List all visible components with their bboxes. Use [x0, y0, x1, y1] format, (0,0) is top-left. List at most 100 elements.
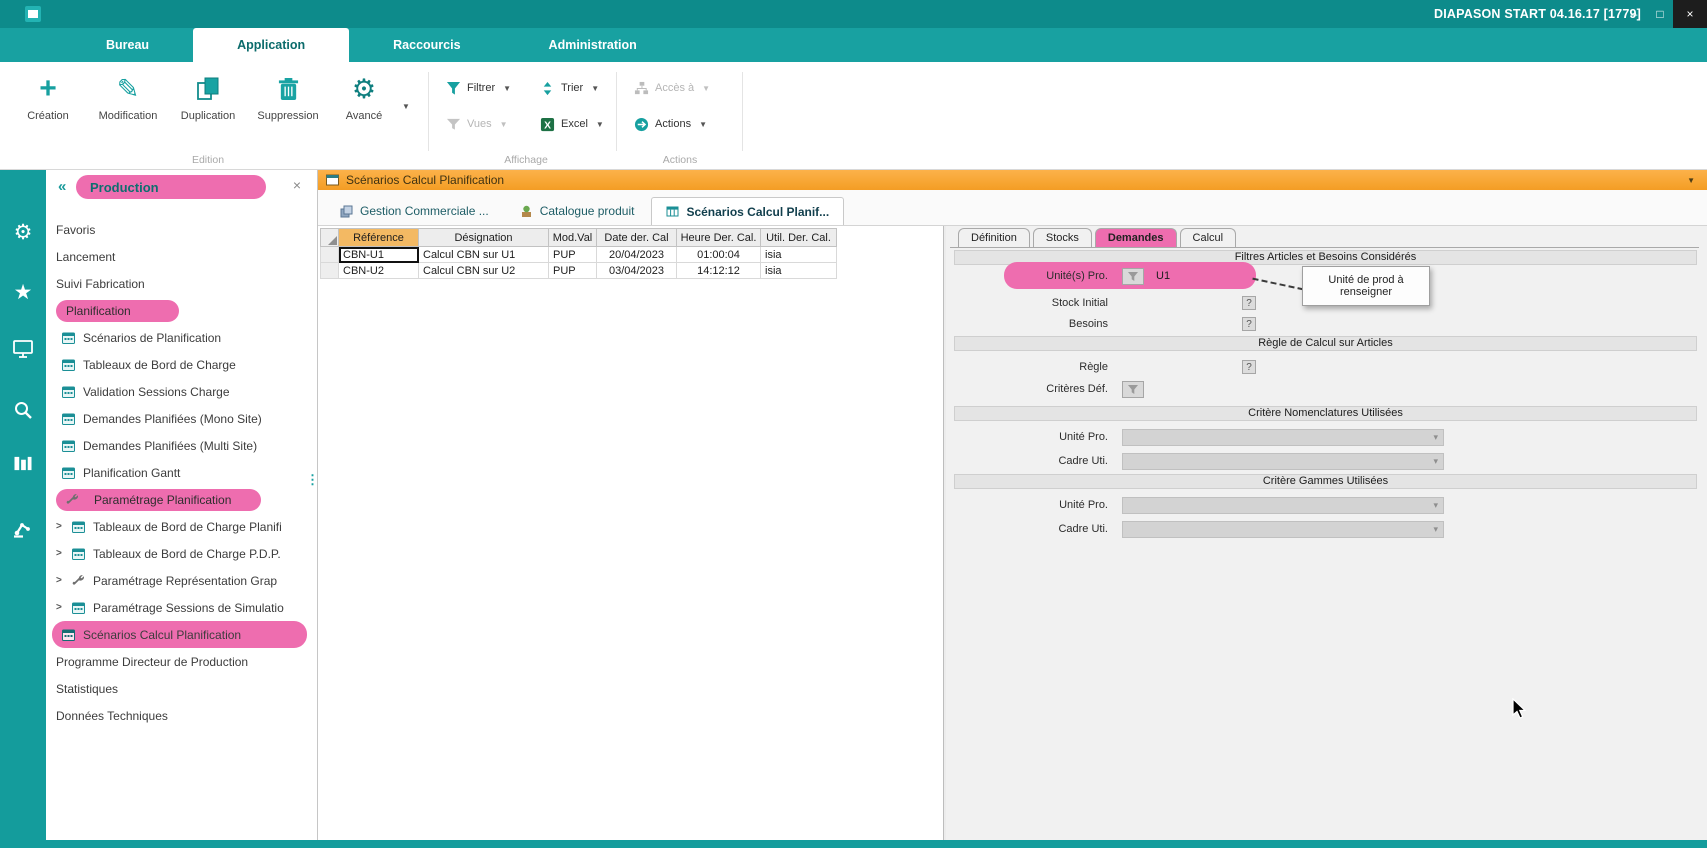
vues-dropdown-caret[interactable]: ▼ — [500, 120, 508, 129]
nomenclature-unite-dropdown[interactable]: ▾ — [1122, 429, 1444, 446]
form-tab-calcul[interactable]: Calcul — [1180, 228, 1237, 247]
unite-pro-filter-button[interactable] — [1122, 268, 1144, 285]
cell-modval[interactable]: PUP — [549, 263, 597, 279]
cell-reference[interactable]: CBN-U1 — [339, 247, 419, 263]
calendar-icon — [72, 547, 93, 560]
regle-helper-button[interactable]: ? — [1242, 360, 1256, 374]
menu-tab-bureau[interactable]: Bureau — [62, 28, 193, 62]
sidebar-item-favoris[interactable]: Favoris — [46, 216, 317, 243]
cell-util[interactable]: isia — [761, 247, 837, 263]
expand-chevron-icon[interactable]: > — [56, 548, 72, 559]
sidebar-item-tableaux-bord-charge[interactable]: Tableaux de Bord de Charge — [46, 351, 317, 378]
row-gutter[interactable] — [321, 247, 339, 263]
column-header-heure[interactable]: Heure Der. Cal. — [677, 229, 761, 247]
sidebar-item-lancement[interactable]: Lancement — [46, 243, 317, 270]
cell-date[interactable]: 20/04/2023 — [597, 247, 677, 263]
close-button[interactable]: × — [1673, 0, 1707, 28]
filtrer-dropdown-caret[interactable]: ▼ — [503, 84, 511, 93]
acces-dropdown-caret[interactable]: ▼ — [702, 84, 710, 93]
form-tab-definition[interactable]: Définition — [958, 228, 1030, 247]
form-tab-stocks[interactable]: Stocks — [1033, 228, 1092, 247]
menu-tab-application[interactable]: Application — [193, 28, 349, 62]
column-header-modval[interactable]: Mod.Val — [549, 229, 597, 247]
cell-heure[interactable]: 01:00:04 — [677, 247, 761, 263]
sidebar-item-demandes-planifiees-multi[interactable]: Demandes Planifiées (Multi Site) — [46, 432, 317, 459]
besoins-helper-button[interactable]: ? — [1242, 317, 1256, 331]
duplication-button[interactable]: Duplication — [168, 70, 248, 122]
sidebar-item-demandes-planifiees-mono[interactable]: Demandes Planifiées (Mono Site) — [46, 405, 317, 432]
minimize-button[interactable]: – — [1621, 0, 1647, 28]
expand-chevron-icon[interactable]: > — [56, 521, 72, 532]
table-row[interactable]: CBN-U1 Calcul CBN sur U1 PUP 20/04/2023 … — [321, 247, 837, 263]
actions-button[interactable]: Actions ▼ — [634, 114, 707, 134]
favorites-star-icon[interactable]: ★ — [0, 282, 46, 304]
sidebar-item-programme-directeur[interactable]: Programme Directeur de Production — [46, 648, 317, 675]
sidebar-item-suivi-fabrication[interactable]: Suivi Fabrication — [46, 270, 317, 297]
column-header-util[interactable]: Util. Der. Cal. — [761, 229, 837, 247]
trier-button[interactable]: Trier ▼ — [540, 78, 599, 98]
column-header-designation[interactable]: Désignation — [419, 229, 549, 247]
table-header-row: Référence Désignation Mod.Val Date der. … — [321, 229, 837, 247]
gammes-unite-dropdown[interactable]: ▾ — [1122, 497, 1444, 514]
actions-dropdown-caret[interactable]: ▼ — [699, 120, 707, 129]
stock-initial-helper-button[interactable]: ? — [1242, 296, 1256, 310]
cell-util[interactable]: isia — [761, 263, 837, 279]
acces-a-button[interactable]: Accès à ▼ — [634, 78, 710, 98]
filtrer-button[interactable]: Filtrer ▼ — [446, 78, 511, 98]
doc-tab-gestion-commerciale[interactable]: Gestion Commerciale ... — [326, 197, 503, 225]
cell-designation[interactable]: Calcul CBN sur U1 — [419, 247, 549, 263]
maximize-button[interactable]: □ — [1647, 0, 1673, 28]
table-row[interactable]: CBN-U2 Calcul CBN sur U2 PUP 03/04/2023 … — [321, 263, 837, 279]
column-header-reference[interactable]: Référence — [339, 229, 419, 247]
sidebar-item-scenarios-calcul-planification[interactable]: Scénarios Calcul Planification — [52, 621, 307, 648]
sidebar-item-planification[interactable]: Planification — [46, 297, 317, 324]
sidebar-collapse-button[interactable]: « — [58, 178, 66, 195]
modification-button[interactable]: ✎ Modification — [88, 70, 168, 122]
robot-arm-icon[interactable] — [0, 518, 46, 538]
sidebar-item-scenarios-de-planification[interactable]: Scénarios de Planification — [46, 324, 317, 351]
sidebar-item-donnees-techniques[interactable]: Données Techniques — [46, 702, 317, 729]
sidebar-item-parametrage-sessions[interactable]: > Paramétrage Sessions de Simulatio — [46, 594, 317, 621]
sidebar-item-planification-gantt[interactable]: Planification Gantt — [46, 459, 317, 486]
suppression-button[interactable]: Suppression — [248, 70, 328, 122]
modules-gear-icon[interactable]: ⚙ — [0, 222, 46, 244]
cell-heure[interactable]: 14:12:12 — [677, 263, 761, 279]
cell-designation[interactable]: Calcul CBN sur U2 — [419, 263, 549, 279]
sidebar-item-tableaux-charge-pdp[interactable]: > Tableaux de Bord de Charge P.D.P. — [46, 540, 317, 567]
cell-modval[interactable]: PUP — [549, 247, 597, 263]
expand-chevron-icon[interactable]: > — [56, 602, 72, 613]
row-gutter[interactable] — [321, 263, 339, 279]
cell-reference[interactable]: CBN-U2 — [339, 263, 419, 279]
sidebar-close-button[interactable]: × — [293, 177, 301, 193]
banner-dropdown-caret[interactable]: ▼ — [1687, 176, 1695, 185]
column-header-date[interactable]: Date der. Cal — [597, 229, 677, 247]
creation-button[interactable]: + Création — [8, 70, 88, 122]
sidebar-item-parametrage-representation[interactable]: > Paramétrage Représentation Grap — [46, 567, 317, 594]
doc-tab-catalogue-produit[interactable]: Catalogue produit — [506, 197, 649, 225]
sidebar-item-statistiques[interactable]: Statistiques — [46, 675, 317, 702]
cell-date[interactable]: 03/04/2023 — [597, 263, 677, 279]
expand-chevron-icon[interactable]: > — [56, 575, 72, 586]
doc-tab-scenarios-calcul[interactable]: Scénarios Calcul Planif... — [651, 197, 844, 225]
gammes-cadre-dropdown[interactable]: ▾ — [1122, 521, 1444, 538]
nomenclature-cadre-dropdown[interactable]: ▾ — [1122, 453, 1444, 470]
columns-chart-icon[interactable] — [0, 455, 46, 472]
menu-tab-administration[interactable]: Administration — [505, 28, 681, 62]
criteres-def-filter-button[interactable] — [1122, 381, 1144, 398]
trier-dropdown-caret[interactable]: ▼ — [591, 84, 599, 93]
excel-button[interactable]: X Excel ▼ — [540, 114, 604, 134]
menu-tab-raccourcis[interactable]: Raccourcis — [349, 28, 504, 62]
avance-dropdown-caret[interactable]: ▼ — [402, 102, 410, 111]
nomenclature-unite-row: Unité Pro. ▾ — [946, 426, 1697, 448]
vues-button[interactable]: Vues ▼ — [446, 114, 508, 134]
form-tab-demandes[interactable]: Demandes — [1095, 228, 1177, 247]
excel-dropdown-caret[interactable]: ▼ — [596, 120, 604, 129]
sidebar-item-tableaux-charge-planifi[interactable]: > Tableaux de Bord de Charge Planifi — [46, 513, 317, 540]
sidebar-item-parametrage-planification[interactable]: Paramétrage Planification — [46, 486, 317, 513]
monitor-icon[interactable] — [0, 340, 46, 358]
avance-button[interactable]: ⚙ Avancé — [324, 70, 404, 122]
filter-icon — [446, 81, 461, 96]
table-corner-cell[interactable] — [321, 229, 339, 247]
search-icon[interactable] — [0, 400, 46, 420]
sidebar-item-validation-sessions-charge[interactable]: Validation Sessions Charge — [46, 378, 317, 405]
